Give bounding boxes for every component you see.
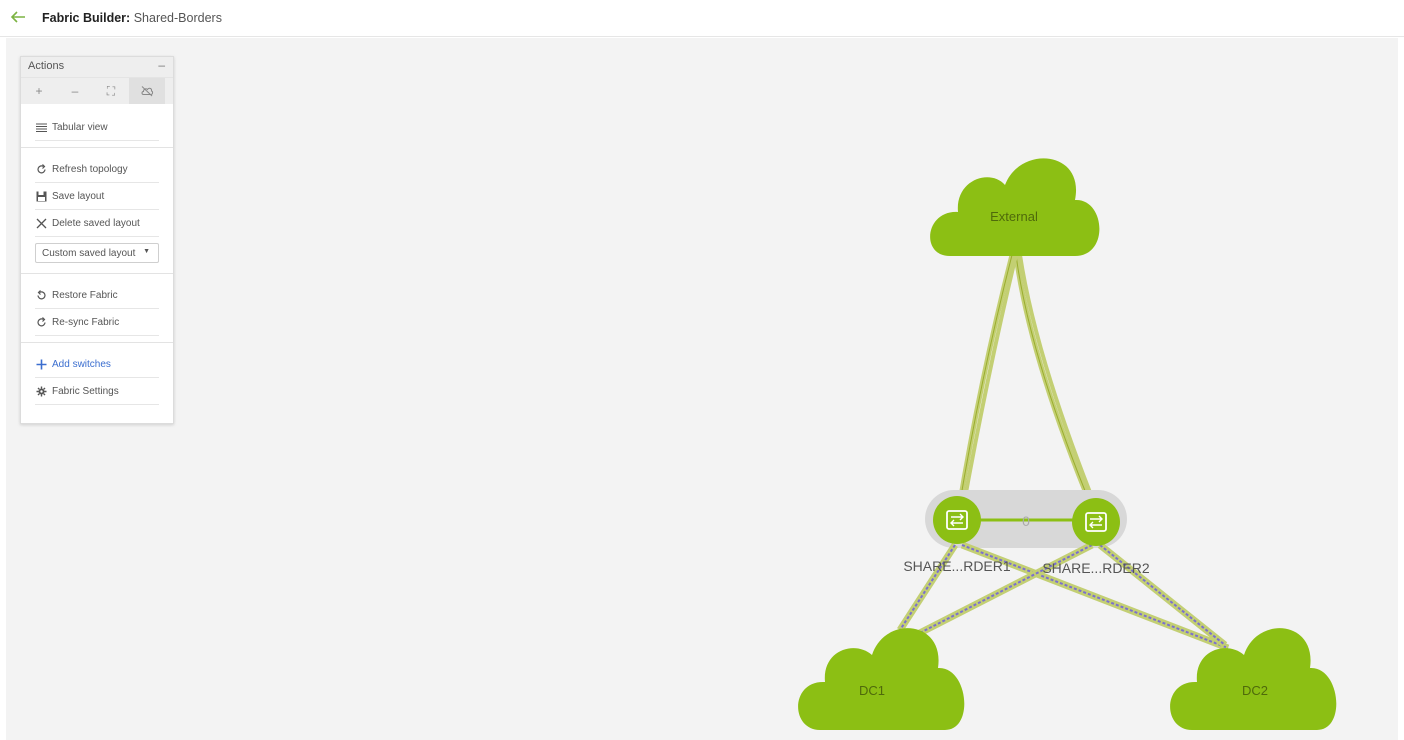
- add-switches-item[interactable]: Add switches: [35, 351, 159, 378]
- cloud-toggle-button[interactable]: [129, 78, 165, 104]
- refresh-topology-label: Refresh topology: [52, 163, 128, 175]
- actions-panel-title: Actions: [28, 60, 65, 72]
- collapse-button[interactable]: –: [158, 58, 165, 72]
- tabular-view-label: Tabular view: [52, 121, 108, 133]
- save-icon: [35, 190, 47, 202]
- cloud-dc2-label: DC2: [1242, 683, 1268, 698]
- refresh-topology-item[interactable]: Refresh topology: [35, 156, 159, 183]
- link-external-border2-b[interactable]: [1018, 254, 1103, 521]
- close-icon: [35, 217, 47, 229]
- app-header: Fabric Builder: Shared-Borders: [0, 0, 1404, 37]
- refresh-icon: [35, 163, 47, 175]
- add-switches-label: Add switches: [52, 358, 111, 370]
- caret-down-icon: ▼: [143, 248, 150, 255]
- page-title-label: Fabric Builder:: [42, 11, 131, 25]
- switch-border1-label: SHARE...RDER1: [903, 558, 1011, 574]
- refresh-icon: [35, 316, 47, 328]
- cloud-dc1[interactable]: DC1: [798, 628, 965, 730]
- page-title: Fabric Builder: Shared-Borders: [42, 11, 222, 25]
- cloud-external-label: External: [990, 209, 1038, 224]
- switch-border1[interactable]: [933, 496, 981, 544]
- gear-icon: [35, 385, 47, 397]
- cloud-external[interactable]: External: [930, 158, 1100, 256]
- save-layout-label: Save layout: [52, 190, 105, 202]
- tabular-view-item[interactable]: Tabular view: [35, 114, 159, 141]
- plus-icon: [35, 358, 47, 370]
- actions-panel: Actions – + – ⛶ Tabular view Refresh top…: [20, 56, 174, 424]
- zoom-in-button[interactable]: +: [21, 78, 57, 104]
- restore-icon: [35, 289, 47, 301]
- delete-saved-layout-label: Delete saved layout: [52, 217, 140, 229]
- back-arrow-icon[interactable]: [10, 10, 26, 24]
- restore-fabric-label: Restore Fabric: [52, 289, 118, 301]
- fit-to-screen-button[interactable]: ⛶: [93, 78, 129, 104]
- restore-fabric-item[interactable]: Restore Fabric: [35, 282, 159, 309]
- delete-saved-layout-item[interactable]: Delete saved layout: [35, 210, 159, 237]
- list-icon: [35, 121, 47, 133]
- vpc-label: 0: [1022, 513, 1030, 529]
- resync-fabric-label: Re-sync Fabric: [52, 316, 120, 328]
- actions-panel-header: Actions –: [21, 57, 173, 78]
- resync-fabric-item[interactable]: Re-sync Fabric: [35, 309, 159, 336]
- fabric-name: Shared-Borders: [133, 11, 222, 25]
- link-external-border1-b[interactable]: [959, 254, 1018, 521]
- cloud-off-icon: [141, 86, 154, 97]
- topology-graph[interactable]: 0 SHARE...RDER1 SHARE...RDER2 External D…: [6, 38, 1398, 740]
- save-layout-item[interactable]: Save layout: [35, 183, 159, 210]
- topology-canvas[interactable]: 0 SHARE...RDER1 SHARE...RDER2 External D…: [6, 38, 1398, 740]
- fabric-settings-item[interactable]: Fabric Settings: [35, 378, 159, 405]
- cloud-dc1-label: DC1: [859, 683, 885, 698]
- switch-border2-label: SHARE...RDER2: [1042, 560, 1150, 576]
- zoom-out-button[interactable]: –: [57, 78, 93, 104]
- switch-border2[interactable]: [1072, 498, 1120, 546]
- layout-select-value: Custom saved layout: [42, 247, 136, 259]
- cloud-dc2[interactable]: DC2: [1170, 628, 1337, 730]
- layout-select[interactable]: Custom saved layout ▼: [35, 243, 159, 263]
- fabric-settings-label: Fabric Settings: [52, 385, 119, 397]
- zoom-toolbar: + – ⛶: [21, 78, 173, 104]
